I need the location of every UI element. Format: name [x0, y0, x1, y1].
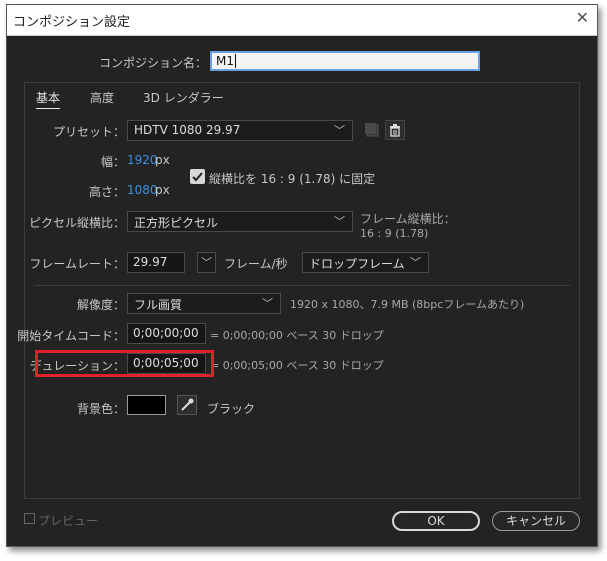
height-value[interactable]: 1080 [127, 183, 158, 197]
pixel-aspect-dropdown[interactable]: 正方形ピクセル ﹀ [127, 211, 353, 232]
window-title: コンポジション設定 [13, 15, 131, 30]
frame-rate-input[interactable]: 29.97 [127, 252, 185, 273]
settings-panel [24, 82, 580, 499]
tab-3d-renderer[interactable]: 3D レンダラー [143, 89, 224, 106]
resolution-label: 解像度： [76, 298, 125, 312]
width-label: 幅： [100, 155, 125, 169]
duration-info: = 0;00;05;00 ベース 30 ドロップ [210, 359, 384, 372]
tab-advanced[interactable]: 高度 [90, 89, 114, 106]
close-icon[interactable]: ✕ [576, 8, 589, 27]
resolution-dropdown[interactable]: フル画質 ﹀ [127, 293, 281, 314]
comp-name-input[interactable]: M1 [210, 51, 480, 71]
frame-aspect-label: フレーム縦横比： [360, 212, 456, 226]
divider [34, 285, 570, 286]
chevron-down-icon: ﹀ [262, 297, 273, 310]
text-cursor [235, 54, 236, 68]
preset-label: プリセット： [52, 125, 125, 139]
background-color-name: ブラック [207, 402, 256, 416]
frame-rate-preset-dropdown[interactable]: ﹀ [197, 252, 216, 273]
start-timecode-input[interactable]: 0;00;00;00 [127, 323, 206, 344]
start-timecode-info: = 0;00;00;00 ベース 30 ドロップ [210, 329, 384, 342]
trash-icon[interactable] [385, 120, 405, 140]
ok-button[interactable]: OK [392, 511, 480, 531]
lock-aspect-checkbox[interactable] [190, 169, 205, 184]
start-timecode-label: 開始タイムコード： [17, 329, 125, 343]
cancel-button[interactable]: キャンセル [492, 511, 580, 531]
pixel-aspect-label: ピクセル縦横比： [28, 216, 125, 230]
composition-settings-dialog: コンポジション設定 ✕ コンポジション名： M1 基本 高度 3D レンダラー … [6, 4, 598, 547]
tab-basic[interactable]: 基本 [36, 89, 61, 109]
preview-label: プレビュー [38, 514, 99, 528]
lock-aspect-label: 縦横比を 16 : 9 (1.78) に固定 [209, 172, 376, 186]
frame-rate-unit: フレーム/秒 [224, 257, 288, 271]
resolution-info: 1920 x 1080、7.9 MB (8bpcフレームあたり) [290, 298, 525, 311]
comp-name-label: コンポジション名： [98, 56, 207, 70]
preview-checkbox[interactable] [24, 513, 35, 524]
frame-rate-label: フレームレート： [29, 257, 125, 271]
chevron-down-icon: ﹀ [334, 215, 345, 228]
chevron-down-icon: ﹀ [410, 256, 421, 269]
save-preset-icon[interactable] [362, 120, 382, 140]
chevron-down-icon: ﹀ [201, 256, 212, 269]
background-color-label: 背景色： [76, 402, 125, 416]
preset-dropdown[interactable]: HDTV 1080 29.97 ﹀ [127, 120, 353, 141]
background-color-swatch[interactable] [127, 395, 166, 415]
height-unit: px [155, 183, 170, 197]
chevron-down-icon: ﹀ [334, 124, 345, 137]
frame-aspect-value: 16 : 9 (1.78) [360, 227, 429, 240]
duration-highlight-box [35, 350, 214, 377]
height-label: 高さ： [88, 185, 125, 199]
drop-frame-dropdown[interactable]: ドロップフレーム ﹀ [302, 252, 429, 273]
width-value[interactable]: 1920 [127, 153, 158, 167]
eyedropper-icon[interactable] [177, 395, 197, 415]
width-unit: px [155, 153, 170, 167]
title-bar: コンポジション設定 ✕ [7, 5, 597, 36]
